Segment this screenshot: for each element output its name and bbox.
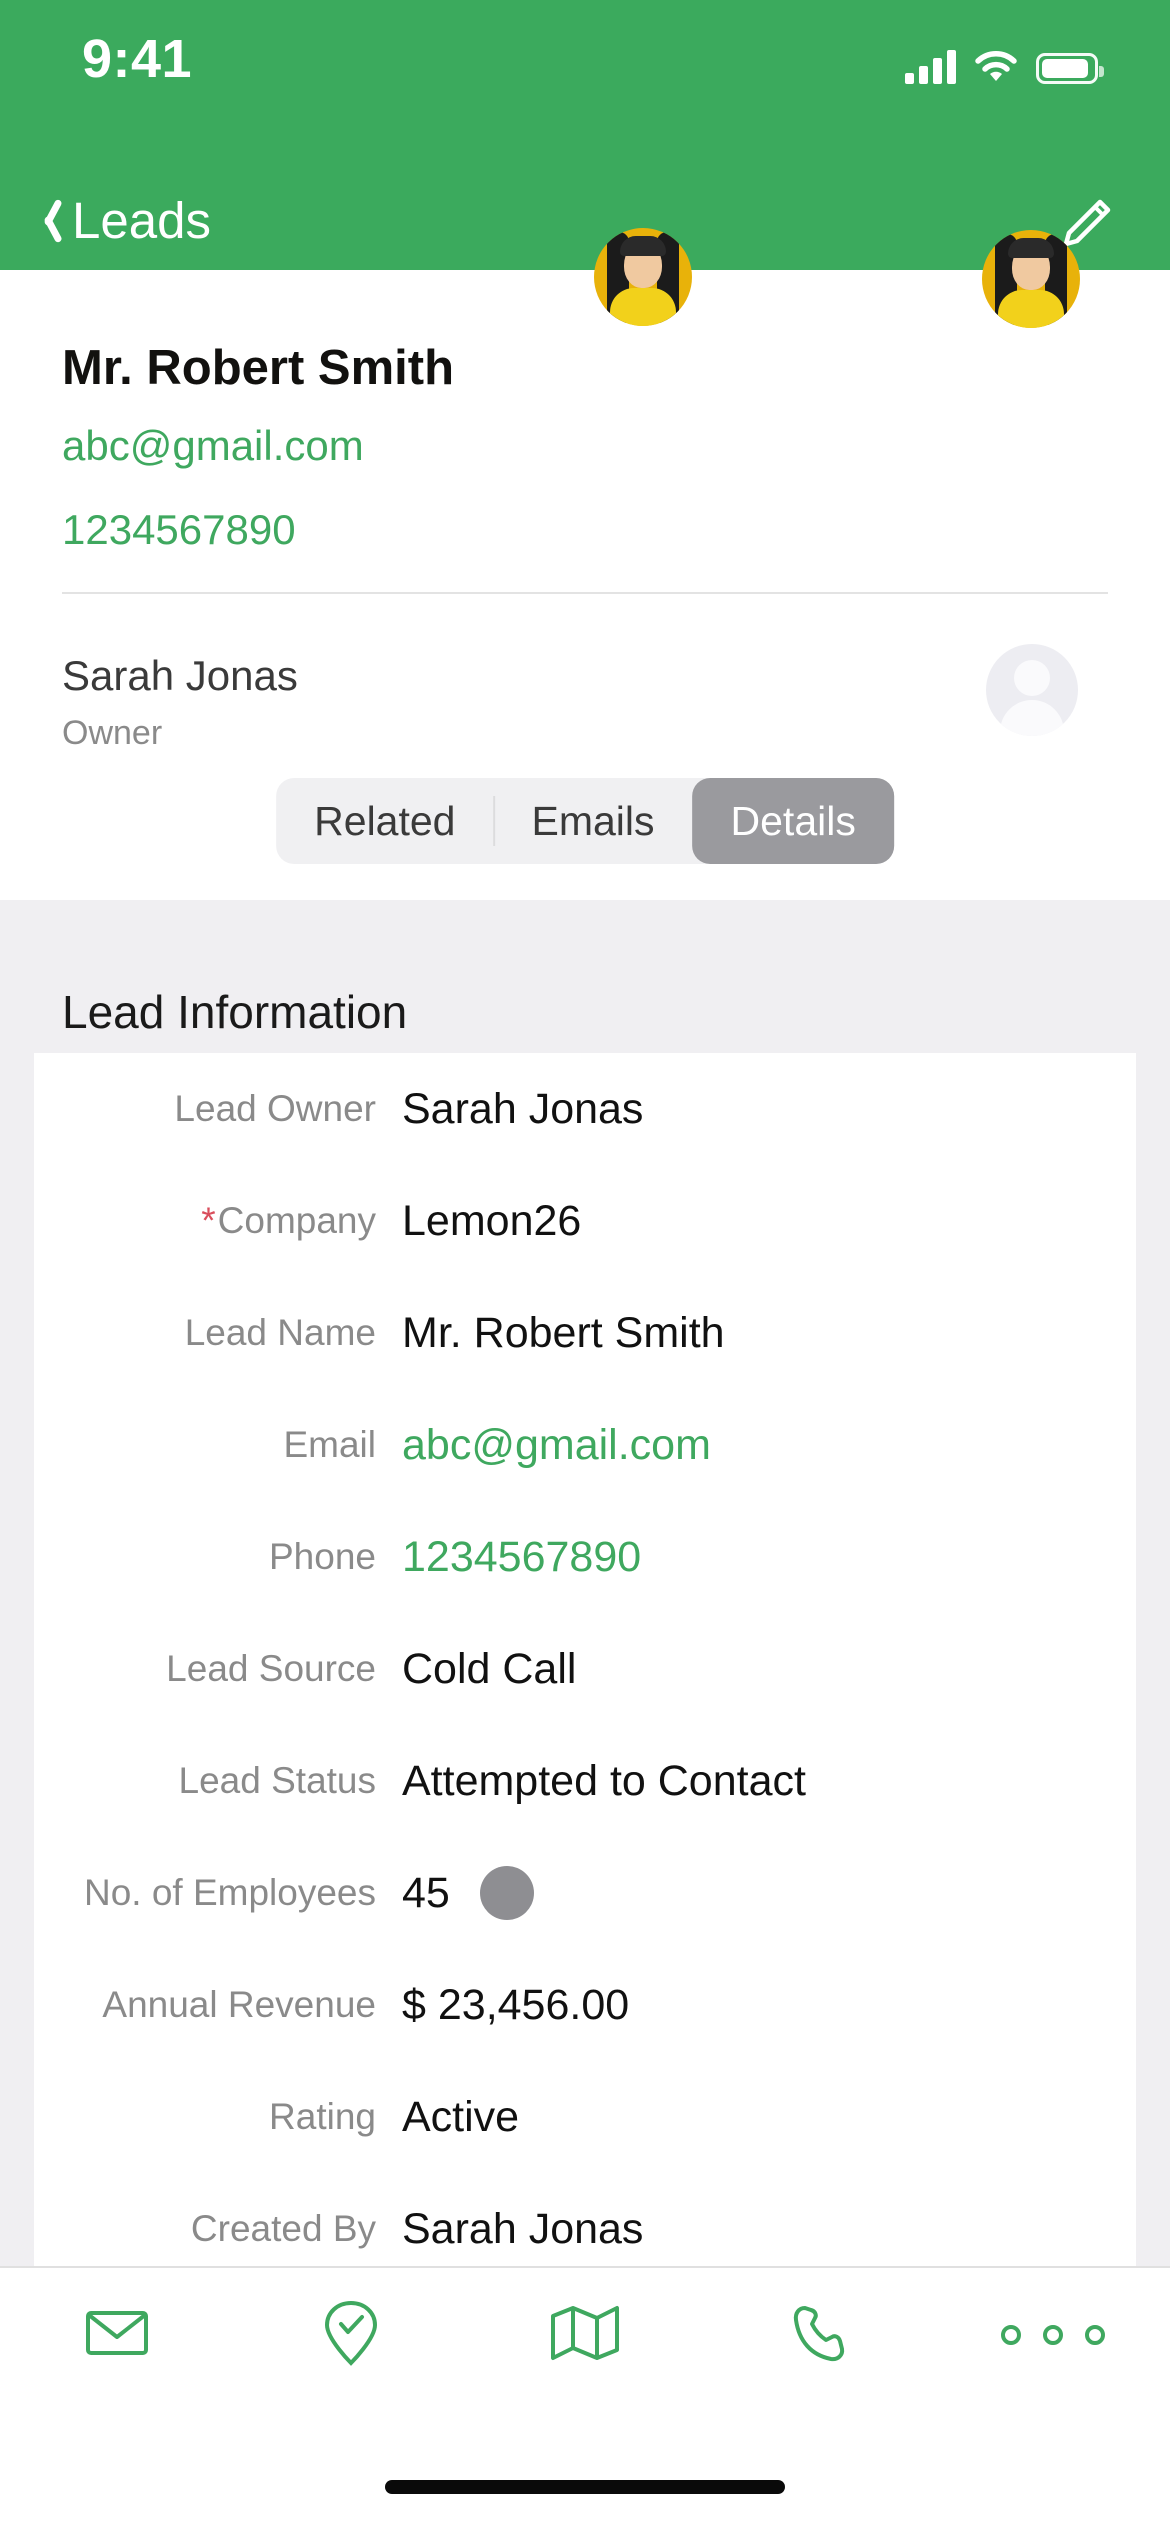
email-action-button[interactable] (42, 2280, 192, 2390)
field-value: Attempted to Contact (402, 1756, 806, 1805)
field-row[interactable]: Annual Revenue $ 23,456.00 (34, 1949, 1136, 2061)
owner-role-label: Owner (62, 714, 163, 752)
field-value-phone-link[interactable]: 1234567890 (402, 1533, 641, 1582)
lead-name-heading: Mr. Robert Smith (62, 341, 455, 395)
field-row[interactable]: No. of Employees 45 (34, 1837, 1136, 1949)
lead-photo-avatar-visible[interactable] (594, 228, 692, 326)
back-button-label: Leads (72, 191, 211, 249)
field-value: Mr. Robert Smith (402, 1308, 725, 1357)
field-value: Lemon26 (402, 1196, 582, 1245)
field-value: Cold Call (402, 1644, 577, 1693)
segmented-control: Related Emails Details (276, 778, 894, 864)
call-action-button[interactable] (744, 2280, 894, 2390)
field-row[interactable]: Lead Status Attempted to Contact (34, 1725, 1136, 1837)
field-value-email-link[interactable]: abc@gmail.com (402, 1421, 711, 1470)
owner-name: Sarah Jonas (62, 652, 298, 699)
tab-emails[interactable]: Emails (493, 778, 692, 864)
required-marker: * (201, 1200, 216, 1241)
cellular-signal-icon (905, 50, 956, 84)
tab-bar: Related Emails Details (0, 778, 1170, 874)
field-value: $ 23,456.00 (402, 1980, 630, 2029)
envelope-email-icon (85, 2308, 149, 2363)
field-value: Sarah Jonas (402, 1084, 644, 1133)
field-label: Rating (269, 2096, 376, 2137)
field-row[interactable]: Lead Owner Sarah Jonas (34, 1053, 1136, 1165)
field-value: Active (402, 2092, 520, 2141)
field-label: Lead Source (166, 1648, 376, 1689)
field-row[interactable]: *Company Lemon26 (34, 1165, 1136, 1277)
owner-row[interactable]: Sarah Jonas Owner (0, 620, 1170, 760)
status-bar: 9:41 (0, 0, 1170, 170)
home-indicator (385, 2480, 785, 2494)
lead-information-card: Lead Owner Sarah Jonas *Company Lemon26 … (34, 1053, 1136, 2401)
field-label: Lead Name (184, 1312, 376, 1353)
employee-count-indicator-icon[interactable] (479, 1866, 534, 1920)
lead-email-link[interactable]: abc@gmail.com (62, 422, 364, 470)
field-label: Created By (190, 2208, 376, 2249)
bottom-action-toolbar (0, 2266, 1170, 2402)
field-value-wrapper: 45 (402, 1866, 534, 1920)
more-options-button[interactable] (978, 2280, 1128, 2390)
field-value: Sarah Jonas (402, 2204, 644, 2253)
field-row[interactable]: Email abc@gmail.com (34, 1389, 1136, 1501)
field-row[interactable]: Lead Source Cold Call (34, 1613, 1136, 1725)
field-value: 45 (402, 1868, 450, 1917)
checkin-action-button[interactable] (276, 2280, 426, 2390)
tab-related[interactable]: Related (276, 778, 493, 864)
status-bar-indicators (905, 40, 1104, 84)
tab-details[interactable]: Details (692, 778, 894, 864)
lead-phone-link[interactable]: 1234567890 (62, 506, 296, 554)
map-action-button[interactable] (510, 2280, 660, 2390)
wifi-icon (974, 50, 1018, 84)
header-divider (62, 592, 1108, 594)
lead-photo-avatar[interactable] (982, 230, 1080, 328)
field-row[interactable]: Phone 1234567890 (34, 1501, 1136, 1613)
field-label: Email (283, 1424, 376, 1465)
phone-screen: 9:41 Leads Mr. Robert Smith abc@gmail.co… (0, 0, 1170, 2532)
person-placeholder-avatar[interactable] (986, 644, 1078, 736)
field-label: Lead Status (178, 1760, 376, 1801)
field-label: *Company (34, 1200, 402, 1242)
field-label: Annual Revenue (102, 1984, 376, 2025)
section-title-lead-information: Lead Information (62, 986, 408, 1038)
field-label: Phone (269, 1536, 376, 1577)
phone-call-icon (791, 2303, 847, 2368)
battery-icon (1036, 53, 1104, 84)
field-row[interactable]: Rating Active (34, 2061, 1136, 2173)
chevron-left-icon (34, 197, 60, 243)
field-label-text: Company (217, 1200, 376, 1241)
lead-header-card: Mr. Robert Smith abc@gmail.com 123456789… (0, 230, 1170, 570)
field-row[interactable]: Lead Name Mr. Robert Smith (34, 1277, 1136, 1389)
location-check-pin-icon (323, 2299, 379, 2372)
map-icon (549, 2304, 621, 2367)
field-label: No. of Employees (83, 1872, 376, 1913)
more-options-icon (1001, 2325, 1105, 2345)
status-bar-time: 9:41 (82, 29, 193, 89)
back-button[interactable]: Leads (20, 170, 225, 270)
field-label: Lead Owner (174, 1088, 376, 1129)
